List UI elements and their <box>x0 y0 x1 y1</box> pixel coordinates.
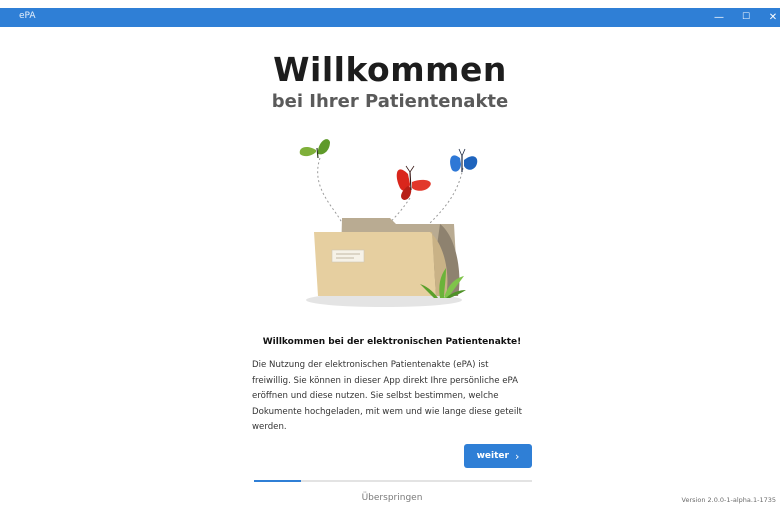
welcome-illustration <box>299 139 478 307</box>
page-subtitle: bei Ihrer Patientenakte <box>271 91 509 112</box>
intro-line: eröffnen und diese nutzen. Sie selbst be… <box>252 391 499 402</box>
next-button-label: weiter <box>476 451 509 461</box>
maximize-button[interactable]: ☐ <box>733 8 759 27</box>
next-button[interactable]: weiter › <box>464 444 532 468</box>
close-button[interactable]: ✕ <box>760 8 780 27</box>
butterfly-red-icon <box>396 165 431 200</box>
version-label: Version 2.0.0-1-alpha.1-1735 <box>681 496 776 504</box>
intro-line: Dokumente hochgeladen, mit wem und wie l… <box>252 406 522 417</box>
onboarding-progress <box>254 480 532 482</box>
butterfly-green-icon <box>299 139 330 159</box>
intro-line: werden. <box>252 422 287 433</box>
folder-icon <box>314 218 460 296</box>
minimize-button[interactable]: — <box>706 8 732 27</box>
intro-heading: Willkommen bei der elektronischen Patien… <box>262 337 522 347</box>
chevron-right-icon: › <box>514 449 520 463</box>
page-title: Willkommen <box>273 50 507 89</box>
title-bar: ePA — ☐ ✕ <box>0 8 780 27</box>
progress-fill <box>254 480 302 482</box>
butterfly-blue-icon <box>450 148 478 172</box>
intro-line: Die Nutzung der elektronischen Patienten… <box>252 360 489 370</box>
window-title: ePA <box>19 11 36 21</box>
intro-line: freiwillig. Sie können in dieser App dir… <box>252 375 519 386</box>
intro-paragraph: Die Nutzung der elektronischen Patienten… <box>252 358 537 436</box>
skip-link[interactable]: Überspringen <box>252 493 532 503</box>
